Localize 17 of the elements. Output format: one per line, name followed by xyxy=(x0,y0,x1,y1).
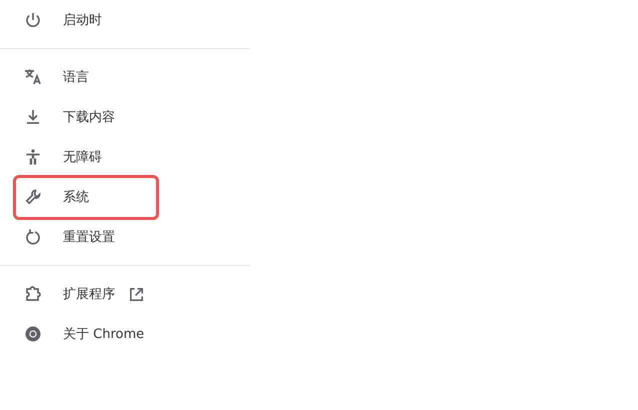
download-icon xyxy=(24,108,42,126)
browser-logo-icon xyxy=(24,325,42,343)
power-icon xyxy=(24,11,42,29)
puzzle-icon xyxy=(24,285,42,303)
sidebar-item[interactable]: 语言 xyxy=(0,57,250,97)
reset-icon xyxy=(24,228,42,246)
accessibility-icon xyxy=(24,148,42,166)
sidebar-item[interactable]: 重置设置 xyxy=(0,217,250,257)
external-link-icon[interactable] xyxy=(128,286,145,302)
sidebar-item[interactable]: 关于 Chrome xyxy=(0,314,250,354)
sidebar-item[interactable]: 无障碍 xyxy=(0,137,250,177)
translate-icon xyxy=(24,68,42,86)
sidebar-item[interactable]: 扩展程序 xyxy=(0,274,250,314)
sidebar-item[interactable]: 启动时 xyxy=(0,0,250,40)
wrench-icon xyxy=(24,188,42,206)
sidebar-item[interactable]: 下载内容 xyxy=(0,97,250,137)
sidebar-item[interactable]: 系统 xyxy=(0,177,250,217)
